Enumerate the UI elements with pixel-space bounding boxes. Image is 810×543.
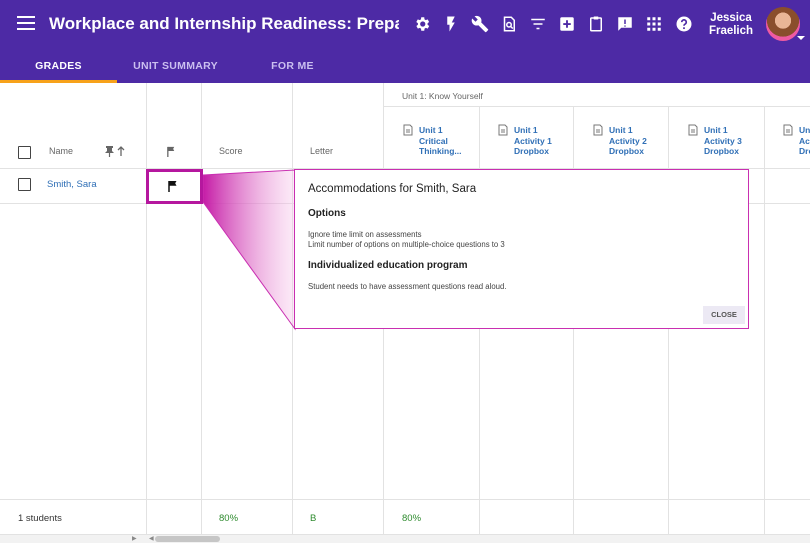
average-letter: B: [310, 513, 317, 524]
scrollbar-thumb[interactable]: [155, 536, 220, 542]
horizontal-scrollbar[interactable]: [0, 534, 810, 543]
student-count: 1 students: [18, 513, 62, 524]
option-item: Ignore time limit on assessments: [308, 230, 422, 239]
iep-text: Student needs to have assessment questio…: [308, 282, 507, 291]
average-score: 80%: [219, 513, 239, 524]
assignment-average: 80%: [402, 513, 422, 524]
close-button[interactable]: CLOSE: [703, 306, 745, 324]
flag-icon: [168, 181, 177, 192]
scroll-left-icon[interactable]: ◀: [149, 535, 154, 542]
options-list: Ignore time limit on assessments Limit n…: [308, 230, 505, 249]
options-heading: Options: [308, 208, 346, 219]
popup-title: Accommodations for Smith, Sara: [308, 183, 477, 195]
accommodations-popup: Accommodations for Smith, Sara Options I…: [294, 169, 749, 329]
option-item: Limit number of options on multiple-choi…: [308, 239, 505, 249]
scroll-right-icon[interactable]: ▶: [132, 535, 137, 542]
accommodation-flag-cell[interactable]: [146, 169, 203, 204]
iep-heading: Individualized education program: [308, 260, 468, 271]
